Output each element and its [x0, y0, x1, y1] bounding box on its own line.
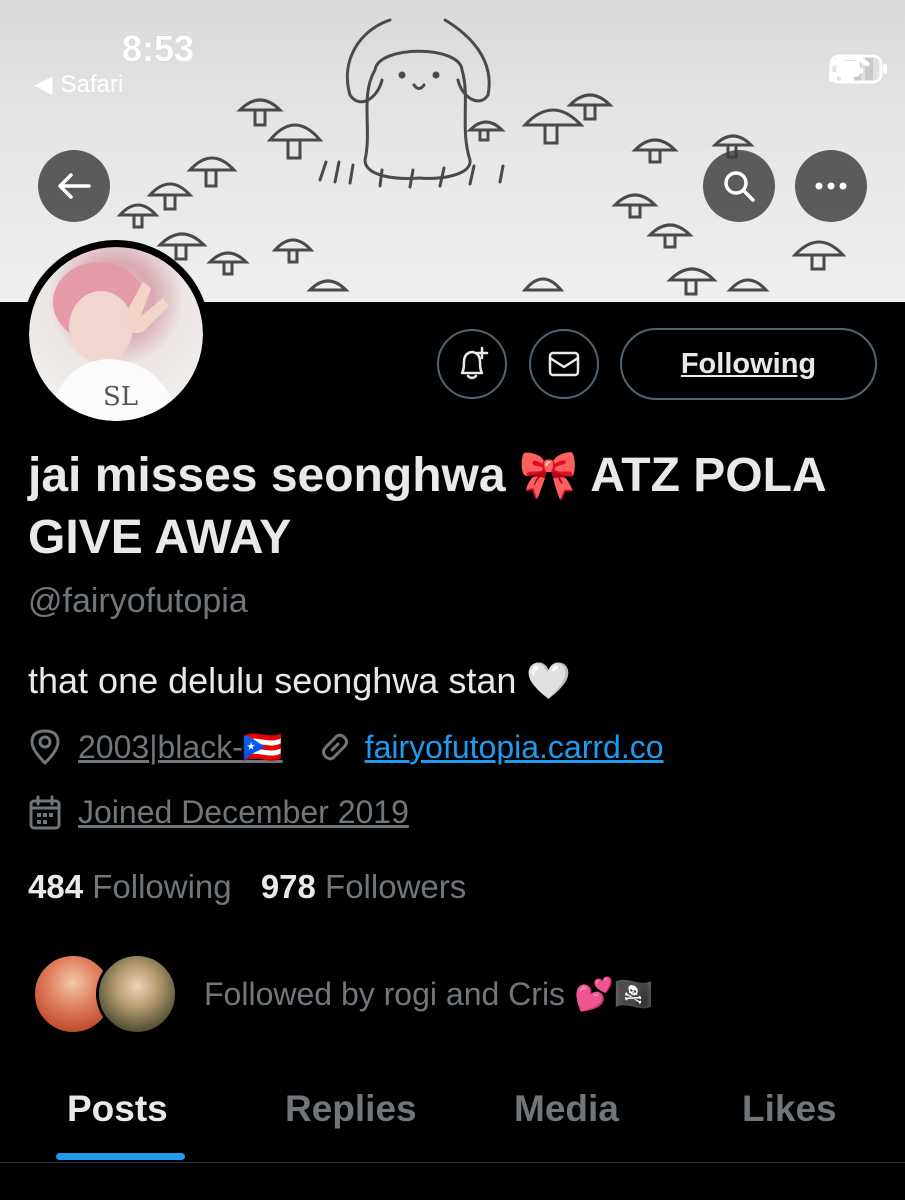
back-button[interactable] [38, 150, 110, 222]
more-icon [815, 182, 847, 190]
bio: that one delulu seonghwa stan 🤍 [28, 660, 572, 701]
followers-count-link[interactable]: 978 Followers [261, 868, 466, 905]
status-back-to-safari[interactable]: ◀ Safari [34, 70, 123, 99]
notify-button[interactable] [437, 329, 507, 399]
message-button[interactable] [529, 329, 599, 399]
followed-by-text: Followed by rogi and Cris 💕🏴‍☠️ [204, 976, 654, 1012]
back-triangle-icon: ◀ [34, 71, 53, 98]
avatar-photo: SL [29, 247, 203, 421]
link-icon [321, 733, 348, 761]
battery-icon [829, 54, 887, 84]
back-arrow-icon [58, 173, 91, 199]
following-count-label: Following [92, 868, 232, 905]
following-count-link[interactable]: 484 Following [28, 868, 241, 905]
calendar-icon [29, 795, 61, 829]
tab-replies[interactable]: Replies [285, 1088, 417, 1130]
tabs-divider [0, 1162, 905, 1163]
following-button[interactable]: Following [620, 328, 877, 400]
joined-text: Joined December 2019 [78, 794, 409, 830]
followers-count-label: Followers [325, 868, 467, 905]
bell-plus-icon [460, 346, 489, 380]
status-back-label: Safari [60, 70, 124, 98]
location-pin-icon [30, 729, 60, 766]
display-name: jai misses seonghwa 🎀 ATZ POLA GIVE AWAY [28, 449, 825, 564]
following-count: 484 [28, 868, 84, 905]
tab-posts[interactable]: Posts [67, 1088, 168, 1130]
handle: @fairyofutopia [28, 582, 248, 620]
svg-text:SL: SL [103, 382, 138, 412]
status-time: 8:53 [122, 28, 195, 69]
tab-likes[interactable]: Likes [742, 1088, 837, 1130]
search-button[interactable] [703, 150, 775, 222]
more-button[interactable] [795, 150, 867, 222]
followed-by-row[interactable]: Followed by rogi and Cris 💕🏴‍☠️ [32, 953, 654, 1035]
meta-row-joined: Joined December 2019 [28, 794, 409, 831]
search-icon [724, 171, 755, 202]
location-text[interactable]: 2003|black-🇵🇷 [78, 728, 283, 766]
follow-counts: 484 Following 978 Followers [28, 868, 466, 906]
website-link[interactable]: fairyofutopia.carrd.co [365, 729, 664, 766]
mail-icon [548, 351, 580, 377]
follower-avatar-2 [96, 953, 178, 1035]
active-tab-indicator [56, 1153, 185, 1160]
profile-avatar[interactable]: SL [22, 240, 210, 428]
avatar-illustration: SL [49, 262, 179, 421]
meta-row-location-website: 2003|black-🇵🇷 fairyofutopia.carrd.co [28, 728, 664, 766]
followers-count: 978 [260, 868, 316, 905]
profile-tabs: Posts Replies Media Likes [0, 1088, 905, 1162]
tab-media[interactable]: Media [514, 1088, 619, 1130]
